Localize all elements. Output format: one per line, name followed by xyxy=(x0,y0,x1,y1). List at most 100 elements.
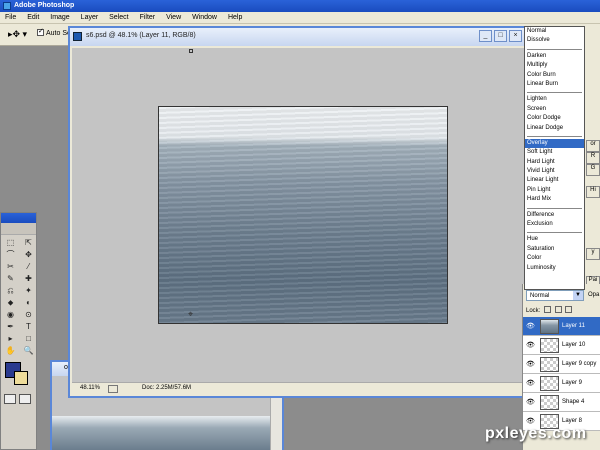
history-palette-tab[interactable]: Hi xyxy=(586,186,600,198)
blend-option-lighten[interactable]: Lighten xyxy=(525,95,584,104)
checkbox-icon xyxy=(37,27,44,36)
shape-tool-icon[interactable]: □ xyxy=(20,333,37,344)
document-title-bar[interactable]: s6.psd @ 48.1% (Layer 11, RGB/8) _ □ × xyxy=(70,28,526,46)
blend-option-color-burn[interactable]: Color Burn xyxy=(525,71,584,80)
menu-select[interactable]: Select xyxy=(104,12,132,21)
standard-mode-icon[interactable] xyxy=(4,394,16,404)
menu-filter[interactable]: Filter xyxy=(135,12,160,21)
layer-thumbnail xyxy=(540,395,559,410)
layer-row[interactable]: 👁 Layer 10 xyxy=(523,336,600,355)
chevron-down-icon[interactable]: ▼ xyxy=(573,291,583,300)
eye-visibility-icon[interactable]: 👁 xyxy=(526,417,535,425)
menu-window[interactable]: Window xyxy=(187,12,221,21)
zoom-tool-icon[interactable]: 🔍 xyxy=(20,345,37,356)
layer-row[interactable]: 👁 Layer 9 xyxy=(523,374,600,393)
eye-visibility-icon[interactable]: 👁 xyxy=(526,379,535,387)
color-swatches xyxy=(1,358,36,392)
blend-option-vivid-light[interactable]: Vivid Light xyxy=(525,167,584,176)
zoom-level[interactable]: 48.11% xyxy=(80,385,100,391)
lock-pixels-icon[interactable] xyxy=(554,306,562,313)
quick-mask-mode-icon[interactable] xyxy=(19,394,31,404)
blend-option-difference[interactable]: Difference xyxy=(525,211,584,220)
brush-tool-icon[interactable]: ✚ xyxy=(20,273,37,284)
auto-select-checkbox[interactable]: Auto Se xyxy=(37,27,71,37)
slice-tool-icon[interactable]: ⁄ xyxy=(20,261,37,272)
blend-option-linear-dodge[interactable]: Linear Dodge xyxy=(525,124,584,133)
photoshop-app-icon xyxy=(3,2,11,10)
path-selection-tool-icon[interactable]: ▸ xyxy=(2,333,19,344)
move-tool-preset-icon[interactable]: ▸✥ ▾ xyxy=(8,29,30,41)
clone-stamp-tool-icon[interactable]: ⎌ xyxy=(2,285,19,296)
type-tool-icon[interactable]: T xyxy=(20,321,37,332)
blend-option-color-dodge[interactable]: Color Dodge xyxy=(525,114,584,123)
dodge-tool-icon[interactable]: ⊙ xyxy=(20,309,37,320)
blend-option-linear-light[interactable]: Linear Light xyxy=(525,176,584,185)
menu-view[interactable]: View xyxy=(161,12,185,21)
blend-option-luminosity[interactable]: Luminosity xyxy=(525,264,584,273)
eye-visibility-icon[interactable]: 👁 xyxy=(526,360,535,368)
blend-option-soft-light[interactable]: Soft Light xyxy=(525,148,584,157)
blend-option-overlay[interactable]: Overlay xyxy=(525,138,584,149)
blend-mode-select[interactable]: Normal ▼ xyxy=(526,290,584,301)
blend-option-darken[interactable]: Darken xyxy=(525,52,584,61)
blend-option-hue[interactable]: Hue xyxy=(525,235,584,244)
hand-tool-icon[interactable]: ✋ xyxy=(2,345,19,356)
eye-visibility-icon[interactable]: 👁 xyxy=(526,398,535,406)
lock-position-icon[interactable] xyxy=(565,306,573,313)
lasso-tool-icon[interactable]: ⌒ xyxy=(2,249,19,260)
eraser-tool-icon[interactable]: ⬥ xyxy=(2,297,19,308)
layer-row[interactable]: 👁 Layer 9 copy xyxy=(523,355,600,374)
minimize-button[interactable]: _ xyxy=(479,30,492,42)
history-brush-tool-icon[interactable]: ✦ xyxy=(20,285,37,296)
blend-mode-value: Normal xyxy=(530,293,550,299)
crop-tool-icon[interactable]: ✂ xyxy=(2,261,19,272)
canvas-pasteboard[interactable]: ⌖ xyxy=(72,48,526,384)
move-tool-icon[interactable]: ⇱ xyxy=(20,237,37,248)
blend-option-multiply[interactable]: Multiply xyxy=(525,61,584,70)
blend-option-screen[interactable]: Screen xyxy=(525,105,584,114)
magic-wand-tool-icon[interactable]: ✥ xyxy=(20,249,37,260)
transform-anchor-handle[interactable] xyxy=(189,49,193,53)
sea-photo-canvas[interactable]: ⌖ xyxy=(158,106,448,324)
close-button[interactable]: × xyxy=(509,30,522,42)
styles-palette-tab[interactable]: y xyxy=(586,248,600,260)
layer-list: 👁 Layer 11 👁 Layer 10 👁 Layer 9 copy 👁 L… xyxy=(523,317,600,431)
blend-mode-dropdown: Normal Dissolve Darken Multiply Color Bu… xyxy=(524,26,585,290)
menu-image[interactable]: Image xyxy=(45,12,73,21)
blend-option-normal[interactable]: Normal xyxy=(525,27,584,36)
blend-option-color[interactable]: Color xyxy=(525,254,584,263)
blend-option-hard-light[interactable]: Hard Light xyxy=(525,158,584,167)
document-title: s6.psd @ 48.1% (Layer 11, RGB/8) xyxy=(86,32,196,39)
gradient-tool-icon[interactable]: ◐ xyxy=(20,297,37,308)
blend-option-dissolve[interactable]: Dissolve xyxy=(525,36,584,45)
blur-tool-icon[interactable]: ◉ xyxy=(2,309,19,320)
layer-row[interactable]: 👁 Layer 11 xyxy=(523,317,600,336)
layer-name: Layer 10 xyxy=(562,342,586,348)
maximize-button[interactable]: □ xyxy=(494,30,507,42)
menu-layer[interactable]: Layer xyxy=(76,12,103,21)
healing-brush-tool-icon[interactable]: ✎ xyxy=(2,273,19,284)
move-cursor-icon: ⌖ xyxy=(188,309,194,319)
blend-option-exclusion[interactable]: Exclusion xyxy=(525,220,584,229)
eye-visibility-icon[interactable]: 👁 xyxy=(526,322,535,330)
marquee-tool-icon[interactable]: ⬚ xyxy=(2,237,19,248)
toolbox-header[interactable] xyxy=(1,213,36,223)
layer-name: Layer 9 copy xyxy=(562,361,597,367)
background-color-swatch[interactable] xyxy=(14,371,28,385)
document-window: s6.psd @ 48.1% (Layer 11, RGB/8) _ □ × ⌖… xyxy=(68,26,528,398)
blend-option-saturation[interactable]: Saturation xyxy=(525,245,584,254)
menu-help[interactable]: Help xyxy=(223,12,246,21)
layer-row[interactable]: 👁 Shape 4 xyxy=(523,393,600,412)
blend-option-hard-mix[interactable]: Hard Mix xyxy=(525,195,584,204)
pen-tool-icon[interactable]: ✒ xyxy=(2,321,19,332)
color-palette-tab[interactable]: or xyxy=(586,140,600,152)
layer-thumbnail xyxy=(540,319,559,334)
blend-option-linear-burn[interactable]: Linear Burn xyxy=(525,80,584,89)
eye-visibility-icon[interactable]: 👁 xyxy=(526,341,535,349)
blend-option-pin-light[interactable]: Pin Light xyxy=(525,186,584,195)
status-info-icon[interactable] xyxy=(108,385,118,393)
opacity-label: Opa xyxy=(588,292,600,298)
menu-edit[interactable]: Edit xyxy=(22,12,43,21)
lock-transparency-icon[interactable] xyxy=(544,306,552,313)
menu-file[interactable]: File xyxy=(0,12,20,21)
